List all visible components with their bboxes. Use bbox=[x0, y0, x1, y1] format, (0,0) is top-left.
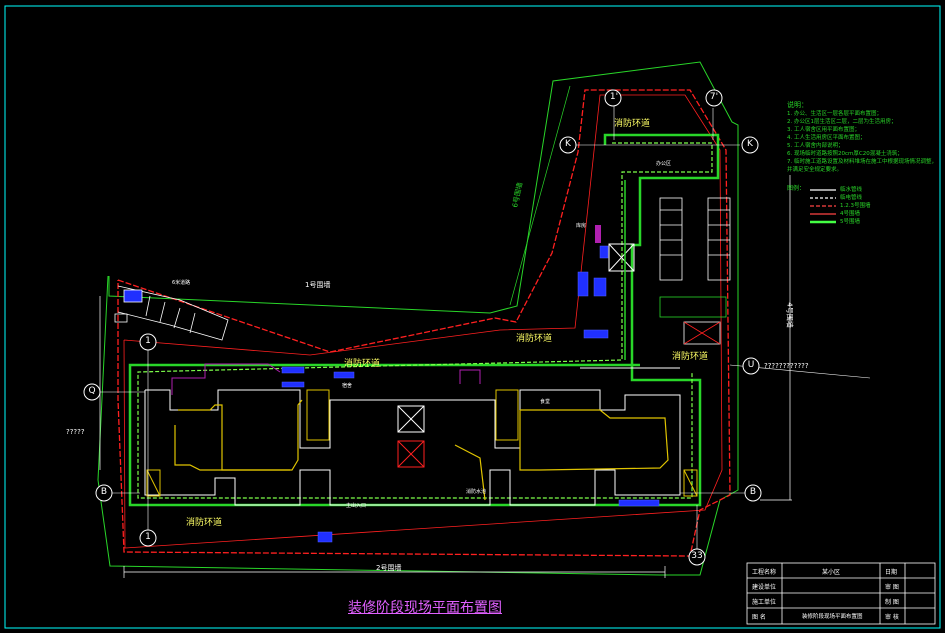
title-block bbox=[746, 562, 936, 625]
magenta-outline-2 bbox=[459, 369, 481, 384]
site-plan-canvas bbox=[4, 5, 941, 629]
grid-bubbles bbox=[83, 89, 762, 566]
dorm-block bbox=[659, 197, 731, 345]
building-main bbox=[144, 389, 681, 506]
fire-road-inner bbox=[137, 142, 713, 499]
magenta-warehouse bbox=[595, 225, 601, 243]
fence-red bbox=[117, 89, 731, 557]
office-block bbox=[114, 285, 229, 341]
legend-swatches bbox=[810, 189, 836, 224]
building-yellow-outline bbox=[174, 399, 669, 501]
facilities-blue bbox=[281, 245, 660, 543]
